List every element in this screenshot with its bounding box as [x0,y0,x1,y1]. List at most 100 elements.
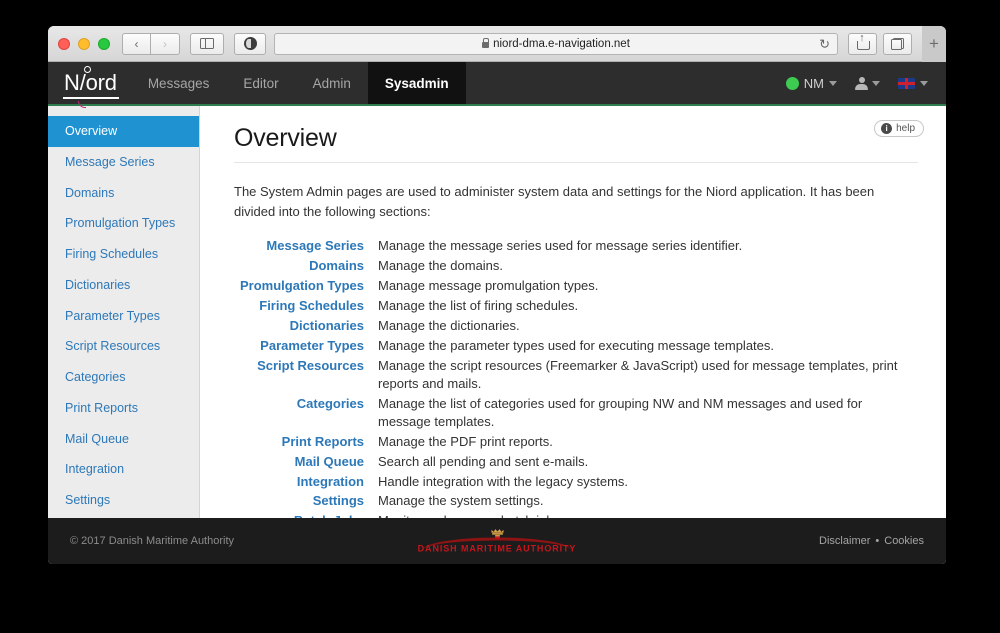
privacy-shield-icon [243,37,257,50]
section-link-mail-queue[interactable]: Mail Queue [234,452,364,472]
section-desc: Manage the script resources (Freemarker … [378,357,898,391]
disclaimer-link[interactable]: Disclaimer [819,535,870,547]
sidebar-item-promulgation-types[interactable]: Promulgation Types [48,208,199,239]
domain-selector[interactable]: NM [785,75,837,91]
section-link-integration[interactable]: Integration [234,472,364,492]
cookies-link[interactable]: Cookies [884,535,924,547]
browser-toolbar-right: + [848,26,946,62]
reload-icon[interactable]: ↻ [819,37,830,50]
maximize-window-button[interactable] [98,37,110,50]
section-desc: Manage the system settings. [378,493,544,509]
nav-item-admin[interactable]: Admin [296,62,368,104]
sidebar-toggle-button[interactable] [190,32,224,55]
app-navbar: N/ord Messages Editor Admin Sysadmin NM [48,62,946,108]
intro-paragraph: The System Admin pages are used to admin… [234,184,875,220]
sidebar-item-categories[interactable]: Categories [48,362,199,393]
browser-toolbar: ‹ › niord-dma.e-navigation.net ↻ + [48,26,946,62]
lock-icon [482,37,490,48]
section-link-script-resources[interactable]: Script Resources [234,356,364,394]
dma-logo: Danish Maritime Authority [407,529,587,554]
tabs-icon [891,37,904,50]
sidebar-item-label: Domains [65,185,115,200]
sidebar-item-domains[interactable]: Domains [48,178,199,209]
section-link-firing-schedules[interactable]: Firing Schedules [234,296,364,316]
section-desc: Manage the dictionaries. [378,318,520,334]
sidebar-item-overview[interactable]: Overview [48,116,199,147]
share-icon [857,33,870,50]
footer-separator: • [875,535,880,547]
share-button[interactable] [848,32,877,55]
sidebar-item-script-resources[interactable]: Script Resources [48,331,199,362]
sidebar-item-label: Print Reports [65,400,138,415]
sidebar-item-label: Firing Schedules [65,247,159,261]
back-button[interactable]: ‹ [122,32,151,55]
sidebar-item-label: Parameter Types [65,308,160,323]
sidebar-item-print-reports[interactable]: Print Reports [48,393,199,424]
section-link-promulgation-types[interactable]: Promulgation Types [234,276,364,296]
section-desc: Manage the parameter types used for exec… [378,337,774,353]
section-link-message-series[interactable]: Message Series [234,236,364,256]
footer-copyright: © 2017 Danish Maritime Authority [70,535,235,547]
sidebar-item-label: Promulgation Types [65,216,176,231]
section-link-domains[interactable]: Domains [234,256,364,276]
minimize-window-button[interactable] [78,37,90,50]
chevron-down-icon [829,80,837,86]
user-icon [855,76,868,90]
sidebar-item-firing-schedules[interactable]: Firing Schedules [48,239,199,270]
sidebar: Overview Message Series Domains Promulga… [48,106,200,540]
url-text: niord-dma.e-navigation.net [493,37,630,50]
dma-logo-text: Danish Maritime Authority [417,543,577,554]
sidebar-item-label: Message Series [65,154,155,169]
chevron-down-icon [920,80,928,86]
help-button[interactable]: i help [874,120,924,137]
main-content: i help Overview The System Admin pages a… [200,106,946,528]
section-link-parameter-types[interactable]: Parameter Types [234,336,364,356]
sidebar-item-mail-queue[interactable]: Mail Queue [48,424,199,455]
nav-item-sysadmin[interactable]: Sysadmin [367,62,466,104]
sidebar-item-message-series[interactable]: Message Series [48,147,199,178]
sidebar-item-dictionaries[interactable]: Dictionaries [48,270,199,301]
section-link-dictionaries[interactable]: Dictionaries [234,316,364,336]
domain-selector-label: NM [803,75,824,91]
section-desc: Manage message promulgation types. [378,278,599,294]
sidebar-item-label: Mail Queue [65,431,129,446]
main-nav-items: Messages Editor Admin Sysadmin [131,62,466,104]
anchor-ring-icon [84,65,91,73]
status-dot-icon [785,76,799,90]
reader-view-button[interactable] [234,32,266,55]
show-tabs-button[interactable] [883,32,912,55]
info-icon: i [881,123,893,134]
nav-item-messages[interactable]: Messages [131,62,227,104]
browser-window: ‹ › niord-dma.e-navigation.net ↻ + [48,26,946,564]
sidebar-item-label: Overview [65,124,118,138]
sidebar-item-integration[interactable]: Integration [48,454,199,485]
sidebar-item-label: Settings [65,493,111,507]
brand-underline-decoration [63,97,119,99]
navbar-right-controls: NM [785,62,946,104]
user-menu[interactable] [855,76,880,90]
new-tab-button[interactable]: + [922,26,946,62]
nav-item-editor[interactable]: Editor [226,62,295,104]
sidebar-item-label: Dictionaries [65,277,131,292]
section-link-categories[interactable]: Categories [234,394,364,432]
help-button-label: help [896,123,915,134]
url-bar[interactable]: niord-dma.e-navigation.net ↻ [274,32,838,55]
section-desc: Manage the PDF print reports. [378,433,553,449]
section-desc: Manage the domains. [378,258,504,274]
sections-definition-list: Message Series Manage the message series… [234,236,918,531]
footer-links: Disclaimer • Cookies [819,535,924,547]
sidebar-item-label: Categories [65,370,126,384]
brand-logo[interactable]: N/ord [48,62,131,108]
section-link-settings[interactable]: Settings [234,491,364,511]
sidebar-item-parameter-types[interactable]: Parameter Types [48,301,199,332]
section-desc: Handle integration with the legacy syste… [378,473,629,489]
sidebar-item-label: Script Resources [65,339,161,354]
language-menu[interactable] [898,77,928,89]
page-title: Overview [234,124,918,163]
section-link-print-reports[interactable]: Print Reports [234,432,364,452]
close-window-button[interactable] [58,37,70,50]
section-desc: Manage the list of categories used for g… [378,395,863,429]
forward-button[interactable]: › [151,32,180,55]
sidebar-item-settings[interactable]: Settings [48,485,199,516]
sidebar-icon [200,38,214,49]
